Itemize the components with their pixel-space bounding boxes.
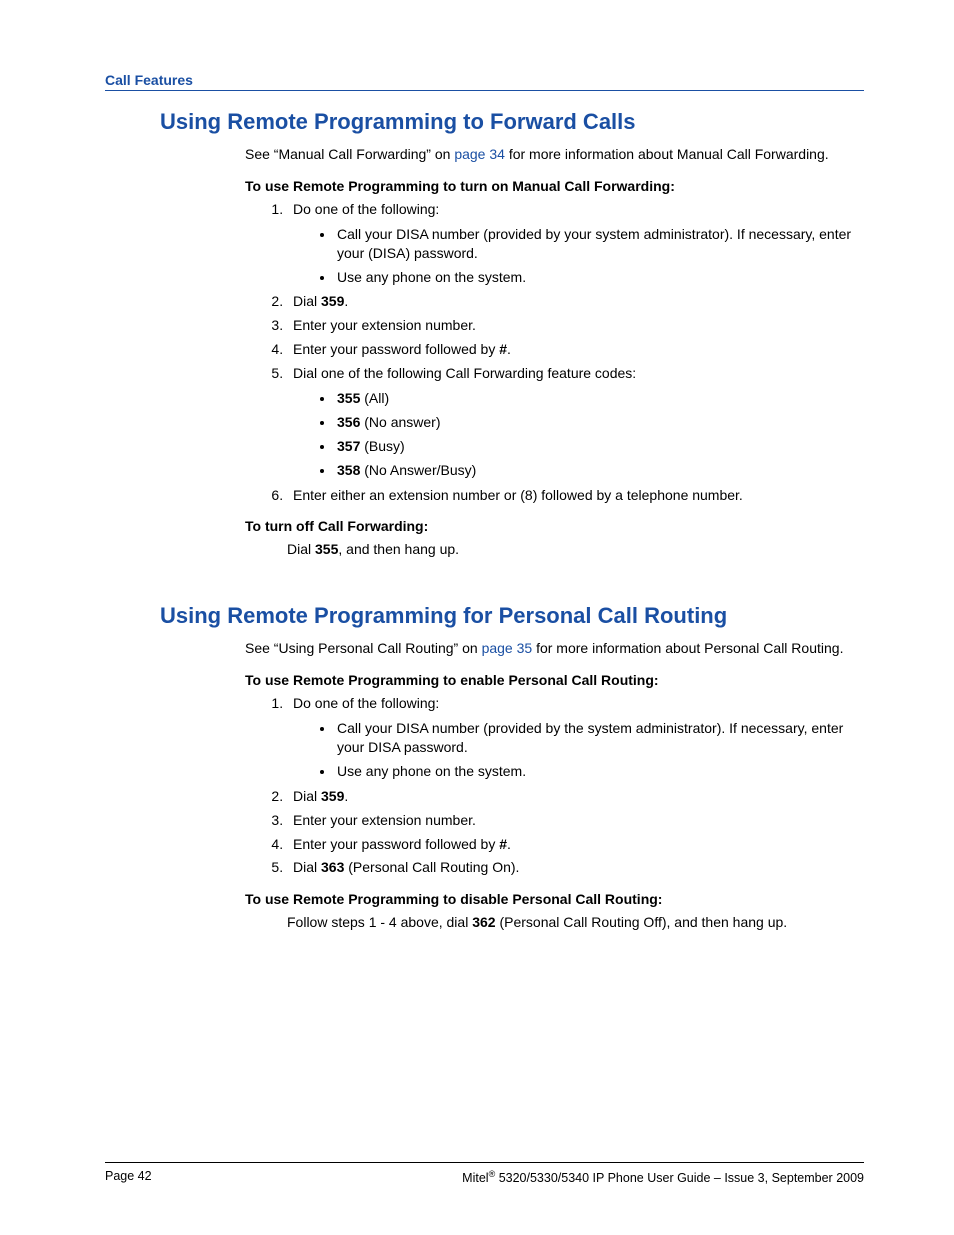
proc2-title-2: To use Remote Programming to disable Per… [245,891,854,907]
step-6: Enter either an extension number or (8) … [287,486,854,505]
step-1: Do one of the following: Call your DISA … [287,200,854,287]
step5-bullet-2: 356 (No answer) [335,413,854,432]
proc2-body-2: Follow steps 1 - 4 above, dial 362 (Pers… [287,913,854,932]
proc1-title-2: To use Remote Programming to enable Pers… [245,672,854,688]
step1-bullet-2: Use any phone on the system. [335,268,854,287]
proc1-title: To use Remote Programming to turn on Man… [245,178,854,194]
step-3: Enter your extension number. [287,811,854,830]
step-4: Enter your password followed by #. [287,340,854,359]
proc1-steps: Do one of the following: Call your DISA … [245,200,854,505]
step1-bullet-2: Use any phone on the system. [335,762,854,781]
header-rule [105,90,864,91]
step-3: Enter your extension number. [287,316,854,335]
page-footer: Page 42 Mitel® 5320/5330/5340 IP Phone U… [105,1162,864,1185]
footer-rule [105,1162,864,1163]
step-5: Dial one of the following Call Forwardin… [287,364,854,479]
step-5: Dial 363 (Personal Call Routing On). [287,858,854,877]
proc1-steps-2: Do one of the following: Call your DISA … [245,694,854,877]
section2-body: See “Using Personal Call Routing” on pag… [245,639,854,932]
link-page-34[interactable]: page 34 [454,146,505,162]
running-header: Call Features [105,72,864,90]
heading-personal-call-routing: Using Remote Programming for Personal Ca… [160,603,864,629]
footer-page-number: Page 42 [105,1169,152,1185]
step5-bullet-3: 357 (Busy) [335,437,854,456]
step5-bullet-1: 355 (All) [335,389,854,408]
proc2-title: To turn off Call Forwarding: [245,518,854,534]
document-page: Call Features Using Remote Programming t… [0,0,954,1235]
step1-bullets: Call your DISA number (provided by your … [293,225,854,287]
section1-body: See “Manual Call Forwarding” on page 34 … [245,145,854,559]
heading-forward-calls: Using Remote Programming to Forward Call… [160,109,864,135]
section2-intro: See “Using Personal Call Routing” on pag… [245,639,854,658]
step-1: Do one of the following: Call your DISA … [287,694,854,781]
link-page-35[interactable]: page 35 [482,640,533,656]
step1-bullets-2: Call your DISA number (provided by the s… [293,719,854,781]
step-2: Dial 359. [287,787,854,806]
step-4: Enter your password followed by #. [287,835,854,854]
step1-bullet-1: Call your DISA number (provided by your … [335,225,854,263]
step5-bullet-4: 358 (No Answer/Busy) [335,461,854,480]
step5-bullets: 355 (All) 356 (No answer) 357 (Busy) 358… [293,389,854,480]
footer-doc-title: Mitel® 5320/5330/5340 IP Phone User Guid… [462,1169,864,1185]
proc2-body: Dial 355, and then hang up. [287,540,854,559]
step1-bullet-1: Call your DISA number (provided by the s… [335,719,854,757]
step-2: Dial 359. [287,292,854,311]
section1-intro: See “Manual Call Forwarding” on page 34 … [245,145,854,164]
